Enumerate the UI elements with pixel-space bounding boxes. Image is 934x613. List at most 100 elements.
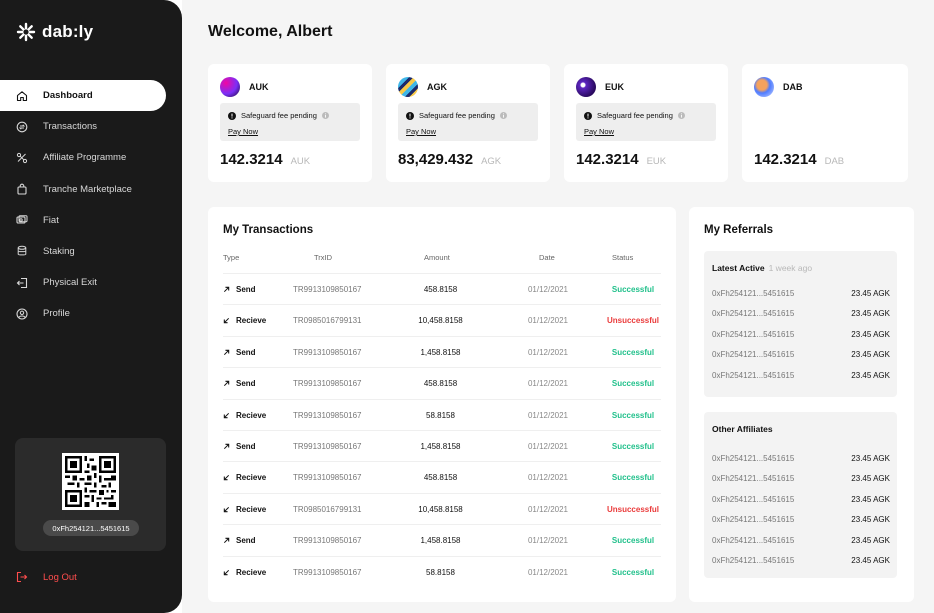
referral-value: 23.45 AGK: [851, 370, 890, 380]
tx-id: TR9913109850167: [293, 536, 362, 546]
token-amount: 142.3214: [754, 151, 817, 168]
section-title: Latest Active: [712, 263, 765, 273]
sidebar-item-staking[interactable]: Staking: [0, 236, 182, 267]
table-row[interactable]: Send TR9913109850167 458.8158 01/12/2021 Suc…: [223, 367, 661, 398]
sidebar-item-profile[interactable]: Profile: [0, 298, 182, 329]
status-badge: Successful: [611, 536, 655, 546]
sidebar-item-dashboard[interactable]: Dashboard: [0, 80, 166, 111]
table-row[interactable]: Recieve TR9913109850167 58.8158 01/12/2021 S…: [223, 555, 661, 588]
table-row[interactable]: Send TR9913109850167 458.8158 01/12/2021 Suc…: [223, 273, 661, 304]
tx-amount: 58.8158: [426, 410, 455, 420]
shopping-bag-icon: [17, 183, 27, 195]
arrow-up-right-icon: [223, 349, 230, 355]
token-amount: 142.3214: [576, 151, 639, 168]
tx-type: Send: [223, 525, 256, 556]
tx-amount: 10,458.8158: [418, 316, 463, 326]
tx-id: TR9913109850167: [293, 410, 362, 420]
sidebar-item-label: Dashboard: [43, 90, 93, 101]
table-row[interactable]: Send TR9913109850167 1,458.8158 01/12/2021 S…: [223, 335, 661, 367]
fee-text: Safeguard fee pending: [419, 111, 495, 120]
alert-icon: [228, 111, 236, 120]
tx-id: TR9913109850167: [293, 473, 362, 483]
tx-id: TR9913109850167: [293, 285, 362, 294]
referral-value: 23.45 AGK: [851, 289, 890, 298]
referral-address: 0xFh254121...5451615: [712, 556, 795, 565]
info-icon[interactable]: [499, 112, 507, 119]
column-header: Type: [223, 253, 240, 262]
wallet-qr-code[interactable]: [62, 453, 119, 510]
status-badge: Unsuccessful: [606, 316, 660, 326]
table-row[interactable]: Recieve TR0985016799131 10,458.8158 01/12/2…: [223, 492, 661, 525]
logout-button[interactable]: Log Out: [16, 571, 77, 583]
tx-type-label: Send: [236, 442, 256, 451]
pay-now-link[interactable]: Pay Now: [584, 127, 614, 136]
referral-address: 0xFh254121...5451615: [712, 289, 795, 298]
referral-value: 23.45 AGK: [851, 535, 890, 545]
tx-type-label: Send: [236, 536, 256, 546]
logo-text: dab:ly: [42, 22, 94, 41]
status-badge: Successful: [611, 410, 655, 420]
fee-notice: Safeguard fee pending Pay Now: [576, 103, 716, 141]
referral-value: 23.45 AGK: [851, 494, 890, 504]
tx-amount: 1,458.8158: [420, 442, 461, 451]
logout-label: Log Out: [43, 571, 77, 583]
sidebar-item-label: Tranche Marketplace: [43, 183, 132, 195]
token-card-agk[interactable]: AGK Safeguard fee pending Pay Now 83,429…: [386, 64, 550, 182]
tx-amount: 1,458.8158: [420, 536, 461, 546]
token-card-dab[interactable]: DAB 142.3214 DAB: [742, 64, 908, 182]
wallet-address-pill[interactable]: 0xFh254121...5451615: [43, 520, 139, 536]
tx-type-label: Recieve: [236, 567, 267, 577]
sidebar-item-tranche-marketplace[interactable]: Tranche Marketplace: [0, 174, 182, 205]
logo[interactable]: dab:ly: [16, 22, 93, 42]
tx-id: TR0985016799131: [293, 316, 362, 326]
sidebar-item-transactions[interactable]: Transactions: [0, 111, 182, 142]
table-row[interactable]: Recieve TR9913109850167 458.8158 01/12/2021…: [223, 461, 661, 492]
table-row[interactable]: Recieve TR9913109850167 58.8158 01/12/2021 S…: [223, 398, 661, 431]
tx-type-label: Recieve: [236, 504, 267, 514]
token-card-auk[interactable]: AUK Safeguard fee pending Pay Now 142.32…: [208, 64, 372, 182]
sidebar-item-label: Transactions: [43, 121, 98, 133]
column-header: Status: [612, 253, 634, 262]
table-row[interactable]: Recieve TR0985016799131 10,458.8158 01/12/2…: [223, 304, 661, 335]
latest-active-section: Latest Active 1 week ago 0xFh254121...545…: [704, 251, 897, 397]
sidebar-item-affiliate-programme[interactable]: Affiliate Programme: [0, 142, 182, 173]
column-header: TrxID: [314, 253, 333, 262]
pay-now-link[interactable]: Pay Now: [406, 127, 436, 136]
info-icon[interactable]: [321, 112, 329, 119]
pay-now-link[interactable]: Pay Now: [228, 127, 258, 136]
token-symbol: DAB: [783, 82, 803, 92]
column-header: Date: [539, 253, 555, 262]
status-badge: Successful: [611, 473, 655, 483]
info-icon[interactable]: [677, 112, 685, 119]
tx-type: Recieve: [223, 400, 266, 431]
referral-address: 0xFh254121...5451615: [712, 350, 795, 360]
token-logo-icon: [754, 77, 774, 97]
token-unit: AUK: [290, 156, 311, 167]
tx-id: TR9913109850167: [293, 442, 362, 451]
arrow-down-left-icon: [223, 318, 230, 324]
other-affiliates-section: Other Affiliates 0xFh254121...5451615 23.…: [704, 412, 897, 578]
tx-date: 01/12/2021: [527, 473, 569, 483]
sidebar-item-fiat[interactable]: Fiat: [0, 205, 182, 236]
section-subtitle: 1 week ago: [768, 263, 813, 273]
fee-text: Safeguard fee pending: [597, 111, 673, 120]
tx-date: 01/12/2021: [527, 285, 569, 294]
tx-date: 01/12/2021: [527, 379, 569, 389]
tx-type: Recieve: [223, 494, 266, 525]
table-row[interactable]: Send TR9913109850167 1,458.8158 01/12/2021 S…: [223, 430, 661, 461]
tx-type: Recieve: [223, 557, 266, 588]
token-symbol: AGK: [427, 82, 447, 92]
referral-address: 0xFh254121...5451615: [712, 535, 795, 545]
table-row[interactable]: Send TR9913109850167 1,458.8158 01/12/2021 S…: [223, 524, 661, 555]
tx-type-label: Recieve: [236, 473, 267, 483]
tx-amount: 458.8158: [423, 379, 458, 389]
arrow-up-right-icon: [223, 286, 230, 293]
referral-address: 0xFh254121...5451615: [712, 309, 795, 319]
referral-address: 0xFh254121...5451615: [712, 494, 795, 504]
sidebar-item-physical-exit[interactable]: Physical Exit: [0, 267, 182, 298]
referral-value: 23.45 AGK: [851, 329, 890, 339]
token-card-euk[interactable]: EUK Safeguard fee pending Pay Now 142.32…: [564, 64, 728, 182]
tx-type: Recieve: [223, 305, 266, 336]
sidebar-item-label: Staking: [43, 245, 75, 257]
tx-type: Send: [223, 431, 256, 462]
